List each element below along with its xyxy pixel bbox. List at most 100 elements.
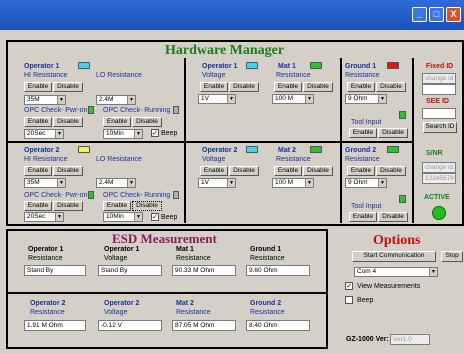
op1-hi-enable-button[interactable]: Enable (24, 82, 52, 92)
g2-enable-button[interactable]: Enable (347, 166, 375, 176)
op1-hi-disable-button[interactable]: Disable (53, 82, 83, 92)
chevron-down-icon: ▼ (55, 130, 63, 138)
g1-disable-button[interactable]: Disable (376, 82, 406, 92)
esd-r1c3-value: 90.33 M Ohm (172, 265, 236, 276)
g1-tool-label: Tool Input (351, 119, 382, 126)
op2-run-disable-button[interactable]: Disable (132, 201, 162, 211)
maximize-button[interactable]: □ (429, 7, 444, 22)
g2-tool-disable-button[interactable]: Disable (378, 212, 408, 222)
see-id-input[interactable] (422, 108, 456, 119)
g2-disable-button[interactable]: Disable (376, 166, 406, 176)
version-field: Ver1.0 (390, 334, 430, 345)
op1v-enable-button[interactable]: Enable (200, 82, 228, 92)
chevron-down-icon: ▼ (227, 179, 235, 187)
mat2-label: Resistance (276, 156, 311, 163)
g2-select[interactable]: 9 Ohm ▼ (345, 178, 387, 188)
op2-hi-disable-button[interactable]: Disable (53, 166, 83, 176)
esd-r1c4-name: Ground 1 (250, 246, 282, 253)
op1-check-run-label: OPC Check- Running (103, 107, 171, 114)
op1-pwr-led (88, 106, 94, 114)
op2-lo-select[interactable]: 2.4M ▼ (96, 178, 136, 188)
start-communication-button[interactable]: Start Communication (352, 251, 436, 262)
op1-pwr-enable-button[interactable]: Enable (24, 117, 52, 127)
search-id-button[interactable]: Search ID (423, 122, 457, 133)
esd-r2c1-value: 1.91 M Ohm (24, 320, 86, 331)
op1-pwr-value: 20Sec (27, 130, 46, 137)
op2v-select[interactable]: 1V ▼ (198, 178, 236, 188)
g1-label: Resistance (345, 72, 380, 79)
op1-name: Operator 1 (24, 63, 60, 70)
op2-pwr-enable-button[interactable]: Enable (24, 201, 52, 211)
g1-select[interactable]: 9 Ohm ▼ (345, 94, 387, 104)
op2-hi-value: 35M (27, 179, 40, 186)
op2-run-select[interactable]: 10Min ▼ (103, 212, 143, 222)
op1-beep-checkbox[interactable]: ✓ (151, 129, 159, 137)
op2-hi-enable-button[interactable]: Enable (24, 166, 52, 176)
mat1-enable-button[interactable]: Enable (274, 82, 302, 92)
mat1-name: Mat 1 (278, 63, 296, 70)
op1-run-disable-button[interactable]: Disable (132, 117, 162, 127)
g2-color-swatch (387, 146, 399, 153)
chevron-down-icon: ▼ (134, 130, 142, 138)
options-beep-label: Beep (357, 297, 374, 304)
g2-value: 9 Ohm (348, 179, 368, 186)
stop-button[interactable]: Stop (441, 251, 463, 262)
active-led (432, 206, 446, 220)
op1-pwr-select[interactable]: 20Sec ▼ (24, 129, 64, 139)
op2-lo-value: 2.4M (99, 179, 114, 186)
close-button[interactable]: X (446, 7, 461, 22)
op2-pwr-disable-button[interactable]: Disable (53, 201, 83, 211)
mat1-label: Resistance (276, 72, 311, 79)
op2-beep-checkbox[interactable]: ✓ (151, 213, 159, 221)
mat2-select[interactable]: 100 M ▼ (272, 178, 314, 188)
g1-enable-button[interactable]: Enable (347, 82, 375, 92)
op1-run-led (173, 106, 179, 114)
esd-r1c3-name: Mat 1 (176, 246, 194, 253)
op1-pwr-disable-button[interactable]: Disable (53, 117, 83, 127)
mat2-enable-button[interactable]: Enable (274, 166, 302, 176)
esd-r2c4-label: Resistance (250, 309, 285, 316)
g1-value: 9 Ohm (348, 95, 368, 102)
op1-lo-value: 2.4M (99, 96, 114, 103)
mat2-disable-button[interactable]: Disable (303, 166, 333, 176)
op1v-select[interactable]: 1V ▼ (198, 94, 236, 104)
op1-run-enable-button[interactable]: Enable (103, 117, 131, 127)
fixed-id-input[interactable] (422, 84, 456, 95)
g1-tool-enable-button[interactable]: Enable (349, 128, 377, 138)
hw-divider-id (412, 58, 414, 223)
view-measurements-label: View Measurements (357, 283, 421, 290)
op2v-disable-button[interactable]: Disable (229, 166, 259, 176)
mat2-color-swatch (310, 146, 322, 153)
options-beep-checkbox[interactable] (345, 296, 353, 304)
g1-tool-disable-button[interactable]: Disable (378, 128, 408, 138)
op2-run-enable-button[interactable]: Enable (103, 201, 131, 211)
mat1-disable-button[interactable]: Disable (303, 82, 333, 92)
op1-hi-select[interactable]: 35M ▼ (24, 95, 66, 105)
chevron-down-icon: ▼ (378, 95, 386, 103)
chevron-down-icon: ▼ (429, 268, 437, 276)
esd-r1c4-label: Resistance (250, 255, 285, 262)
op1-check-pwr-label: OPC Check- Pwr-on (24, 107, 88, 114)
op2v-color-swatch (246, 146, 258, 153)
op2-pwr-select[interactable]: 20Sec ▼ (24, 212, 64, 222)
g2-tool-label: Tool Input (351, 203, 382, 210)
g2-tool-enable-button[interactable]: Enable (349, 212, 377, 222)
sn-field: 12345678 (422, 173, 456, 184)
mat1-select[interactable]: 100 M ▼ (272, 94, 314, 104)
esd-r2c4-name: Ground 2 (250, 300, 282, 307)
view-measurements-checkbox[interactable]: ✓ (345, 282, 353, 290)
com-port-value: Com 4 (357, 268, 377, 275)
op2v-value: 1V (201, 179, 209, 186)
op1-run-select[interactable]: 10Min ▼ (103, 129, 143, 139)
g1-tool-led (399, 111, 406, 119)
esd-r2c4-value: 8.40 Ohm (246, 320, 310, 331)
op1v-disable-button[interactable]: Disable (229, 82, 259, 92)
op1-lo-select[interactable]: 2.4M ▼ (96, 95, 136, 105)
mat2-name: Mat 2 (278, 147, 296, 154)
op2v-enable-button[interactable]: Enable (200, 166, 228, 176)
op2-color-swatch (78, 146, 90, 153)
fixed-id-label: Fixed ID (426, 63, 454, 70)
com-port-select[interactable]: Com 4 ▼ (354, 267, 438, 277)
op2-hi-select[interactable]: 35M ▼ (24, 178, 66, 188)
minimize-button[interactable]: _ (412, 7, 427, 22)
